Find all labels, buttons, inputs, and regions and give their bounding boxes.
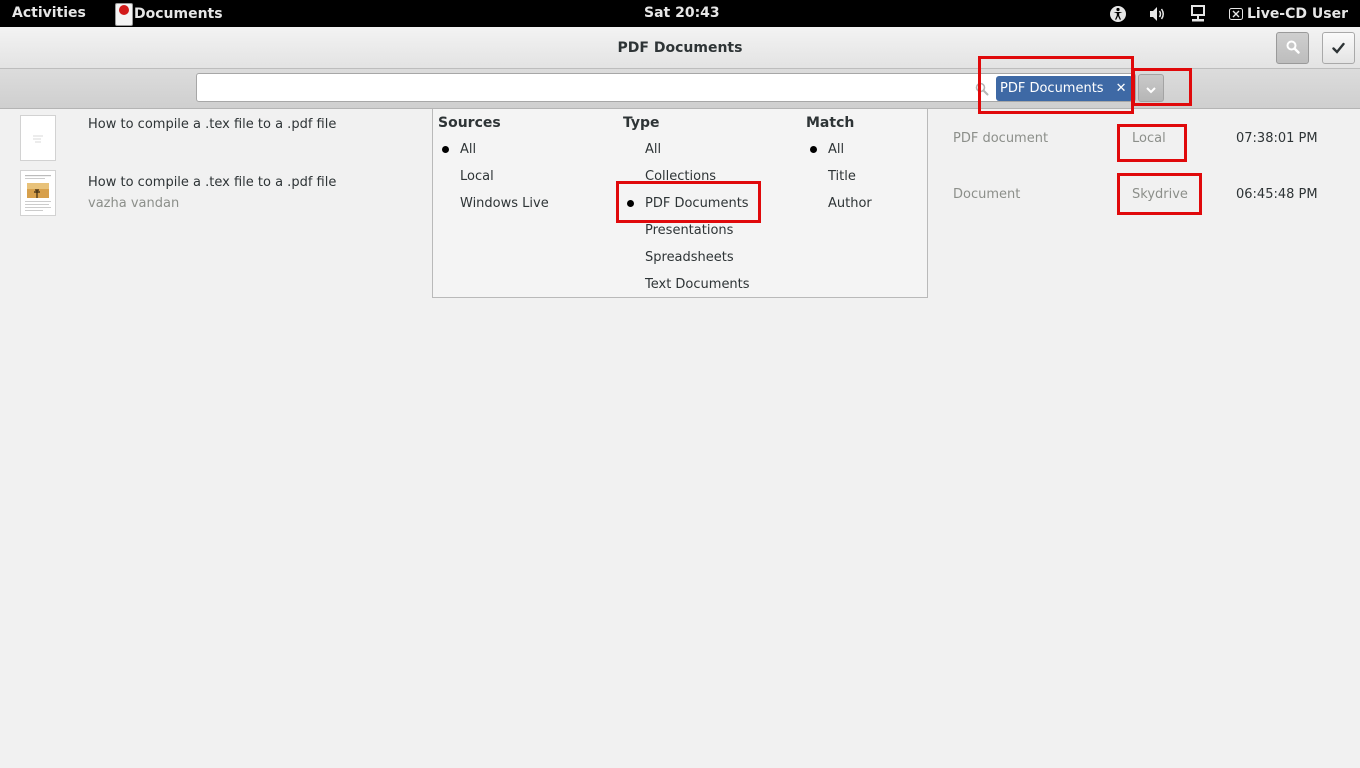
search-icon <box>1286 39 1300 58</box>
documents-app-icon <box>112 1 136 27</box>
clock[interactable]: Sat 20:43 <box>644 5 720 21</box>
match-heading: Match <box>806 115 855 131</box>
type-option-presentations[interactable]: Presentations <box>645 223 733 238</box>
sources-option-local[interactable]: Local <box>460 169 494 184</box>
type-option-text-documents[interactable]: Text Documents <box>645 277 750 292</box>
type-option-all[interactable]: All <box>645 142 661 157</box>
document-time: 07:38:01 PM <box>1236 131 1318 146</box>
document-author: vazha vandan <box>88 196 180 211</box>
type-option-spreadsheets[interactable]: Spreadsheets <box>645 250 734 265</box>
app-menu-label: Documents <box>134 5 223 22</box>
sources-heading: Sources <box>438 115 501 131</box>
document-time: 06:45:48 PM <box>1236 187 1318 202</box>
user-icon <box>1228 7 1243 20</box>
user-menu[interactable]: Live-CD User <box>1228 5 1348 22</box>
document-thumbnail <box>20 115 56 161</box>
volume-icon[interactable] <box>1149 5 1167 23</box>
document-thumbnail <box>20 170 56 216</box>
document-title: How to compile a .tex file to a .pdf fil… <box>88 175 337 190</box>
system-tray: Live-CD User <box>1109 0 1360 27</box>
highlight-box-skydrive <box>1117 173 1202 215</box>
app-menu[interactable]: Documents <box>112 0 223 27</box>
accessibility-icon[interactable] <box>1109 5 1127 23</box>
window-title: PDF Documents <box>617 40 743 56</box>
selection-mode-button[interactable] <box>1322 32 1355 64</box>
top-bar: Activities Documents Sat 20:43 Live-CD U… <box>0 0 1360 27</box>
document-type: Document <box>953 187 1021 202</box>
activities-button[interactable]: Activities <box>12 5 86 21</box>
checkmark-icon <box>1332 39 1345 58</box>
highlight-box-local <box>1117 124 1187 162</box>
highlight-box-dropdown <box>1132 68 1192 106</box>
sources-option-windows-live[interactable]: Windows Live <box>460 196 549 211</box>
document-title: How to compile a .tex file to a .pdf fil… <box>88 117 337 132</box>
sources-option-all[interactable]: All <box>460 142 476 157</box>
highlight-box-pdf-option <box>616 181 761 223</box>
match-option-author[interactable]: Author <box>828 196 872 211</box>
network-icon[interactable] <box>1189 4 1207 23</box>
type-heading: Type <box>623 115 660 131</box>
highlight-box-tag <box>978 56 1134 114</box>
header-bar: PDF Documents <box>0 27 1360 69</box>
match-option-title[interactable]: Title <box>828 169 856 184</box>
search-input[interactable] <box>203 78 963 98</box>
match-option-all[interactable]: All <box>828 142 844 157</box>
selected-bullet <box>442 146 449 153</box>
selected-bullet <box>810 146 817 153</box>
user-name: Live-CD User <box>1246 5 1348 22</box>
document-type: PDF document <box>953 131 1049 146</box>
search-button[interactable] <box>1276 32 1309 64</box>
